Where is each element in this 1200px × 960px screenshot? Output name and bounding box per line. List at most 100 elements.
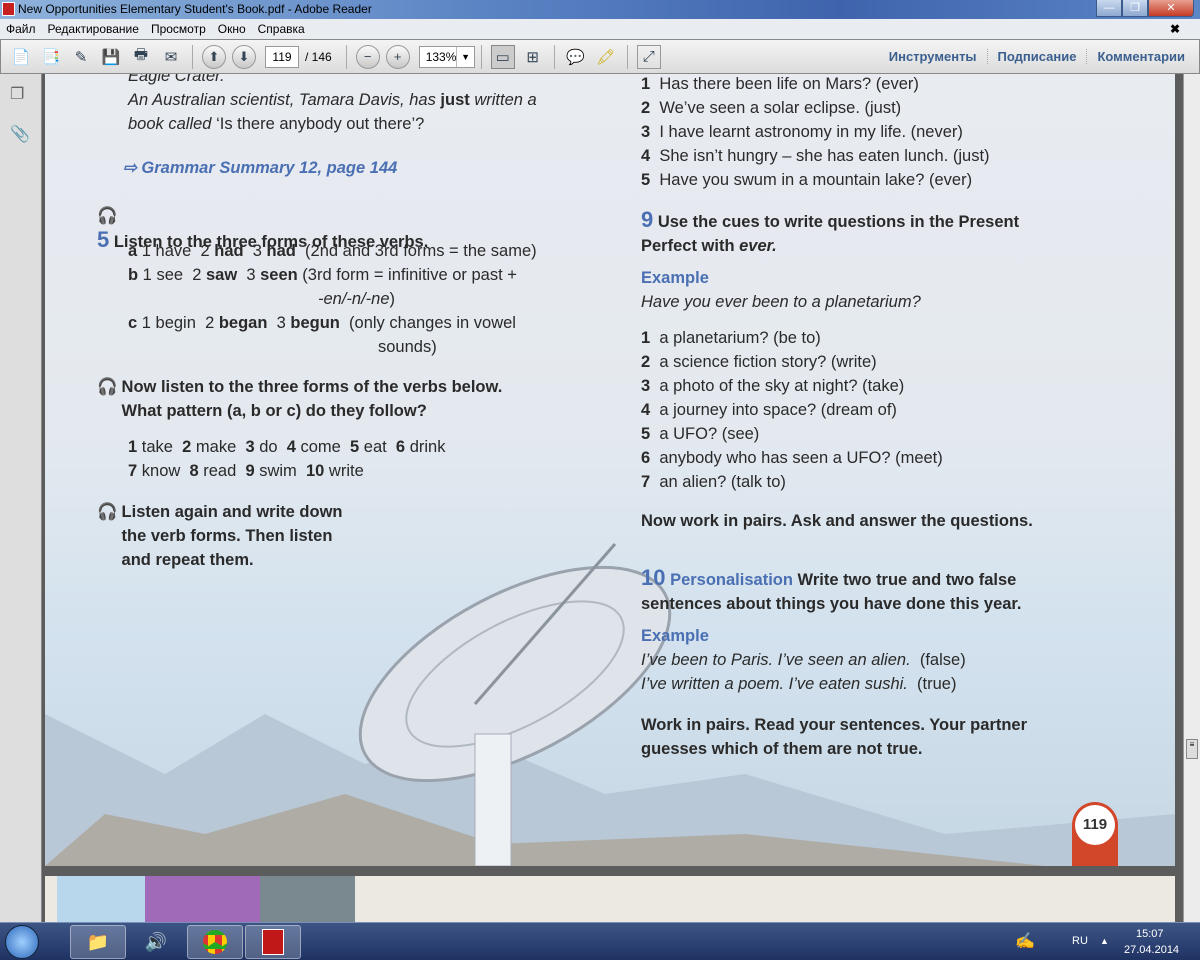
text-line: 3 a photo of the sky at night? (take) [641,374,943,398]
exercise-9-heading: 9 Use the cues to write questions in the… [641,208,1019,258]
page-number-badge: 119 [1072,802,1118,866]
text-line: I’ve been to Paris. I’ve seen an alien. … [641,648,966,672]
text-segment: 3 [245,438,255,456]
text-line: Example [641,266,921,290]
edit-icon[interactable]: ✎ [69,45,93,69]
exercise-9-list: 1 a planetarium? (be to) 2 a science fict… [641,326,943,494]
zoom-in-icon[interactable]: + [385,44,410,69]
text-segment: 5 [641,171,651,189]
zoom-out-icon[interactable]: − [355,44,380,69]
page-number-input[interactable]: 119 [265,45,299,68]
exercise-10-heading: 10 Personalisation Write two true and tw… [641,566,1022,616]
text-line: 10 Personalisation Write two true and tw… [641,566,1022,592]
text-segment: We’ve seen a solar eclipse. (just) [650,99,902,117]
text-segment: make [191,438,246,456]
text-segment: 1 see 2 [138,266,206,284]
create-pdf-icon[interactable]: 📄 [9,45,33,69]
text-line: b 1 see 2 saw 3 seen (3rd form = infinit… [128,263,537,287]
text-segment: Example [641,269,709,287]
text-segment: I have learnt astronomy in my life. (nev… [650,123,963,141]
text-segment: Have you ever been to a planetarium? [641,293,921,311]
divider [626,44,628,69]
text-line: 6 anybody who has seen a UFO? (meet) [641,446,943,470]
tab-tools[interactable]: Инструменты [879,49,987,64]
email-icon[interactable]: ✉ [159,45,183,69]
pages-icon[interactable]: ❐ [10,84,28,104]
text-segment: Perfect with [641,237,740,255]
close-button[interactable]: ✕ [1148,0,1194,17]
previous-page-icon[interactable]: ⬆ [202,44,226,69]
text-line: 3 I have learnt astronomy in my life. (n… [641,120,990,144]
verb-list: 1 take 2 make 3 do 4 come 5 eat 6 drink 7… [128,435,445,483]
adobe-reader-taskbar-icon[interactable] [245,925,301,959]
text-segment: sentences about things you have done thi… [641,595,1022,613]
tab-sign[interactable]: Подписание [986,49,1087,64]
close-document-icon[interactable]: ✖ [1170,22,1180,36]
save-icon[interactable]: 💾 [99,45,123,69]
text-segment: ) [389,290,396,308]
divider [345,44,347,69]
menu-window[interactable]: Окно [218,22,246,36]
text-line: book called ‘Is there anybody out there’… [128,112,537,136]
text-segment: 4 [641,401,651,419]
comment-icon[interactable]: 💬 [564,45,588,69]
menu-file[interactable]: Файл [6,22,36,36]
text-segment: the verb forms. Then listen [121,527,333,545]
now-work-text: Now work in pairs. Ask and answer the qu… [641,509,1033,533]
text-segment: 2 [641,99,651,117]
text-segment: take [137,438,183,456]
text-line: Eagle Crater. [128,74,537,88]
language-indicator[interactable]: RU [1072,935,1088,947]
text-segment: 3 [267,314,291,332]
show-hidden-icons[interactable]: ▲ [1100,936,1109,946]
grammar-summary-link[interactable]: ⇨ Grammar Summary 12, page 144 [123,156,397,180]
text-line: the verb forms. Then listen [122,524,343,548]
text-line: 7 an alien? (talk to) [641,470,943,494]
highlight-icon[interactable]: 🖍 [594,45,618,69]
combine-files-icon[interactable]: 📑 [39,45,63,69]
minimize-button[interactable]: — [1096,0,1122,17]
text-segment: I’ve been to Paris. I’ve seen an alien. [641,651,911,669]
volume-taskbar-icon[interactable]: 🔊 [128,925,184,959]
text-segment: Write two true and two false [792,571,1017,589]
vertical-scrollbar[interactable]: ≡ [1183,74,1200,922]
text-segment: a photo of the sky at night? (take) [650,377,905,395]
print-icon[interactable]: 🖶 [129,45,153,69]
restore-button[interactable]: ❐ [1122,0,1148,17]
text-line: 1 take 2 make 3 do 4 come 5 eat 6 drink [128,435,445,459]
text-line: -en/-n/-ne) [128,287,537,311]
text-line: 7 know 8 read 9 swim 10 write [128,459,445,483]
fit-width-icon[interactable]: ▭ [490,44,515,69]
text-segment: 3 [243,242,267,260]
page-number: 119 [1075,805,1115,845]
zoom-select[interactable]: 133% ▼ [418,45,475,68]
text-segment: She isn’t hungry – she has eaten lunch. … [650,147,990,165]
fit-page-icon[interactable]: ⊞ [521,45,545,69]
chrome-taskbar-icon[interactable] [187,925,243,959]
menu-view[interactable]: Просмотр [151,22,206,36]
text-line: ⇨ Grammar Summary 12, page 144 [123,156,397,180]
menu-help[interactable]: Справка [258,22,305,36]
chevron-down-icon[interactable]: ▼ [456,46,473,67]
text-segment: (3rd form = infinitive or past + [297,266,517,284]
start-button[interactable] [5,925,39,959]
menu-edit[interactable]: Редактирование [48,22,139,36]
text-segment: written a [469,91,537,109]
text-segment: 1 have 2 [137,242,215,260]
next-page-icon[interactable]: ⬇ [232,44,256,69]
clock-time[interactable]: 15:07 [1136,928,1164,940]
text-segment: read [198,462,246,480]
text-segment: 9 [245,462,255,480]
text-segment: 3 [237,266,261,284]
text-segment: 6 [395,438,406,456]
text-segment: and repeat them. [121,551,254,569]
tab-comment[interactable]: Комментарии [1086,49,1195,64]
full-screen-icon[interactable]: ⤢ [636,44,661,69]
explorer-taskbar-icon[interactable]: 📁 [70,925,126,959]
scrollbar-thumb[interactable]: ≡ [1186,739,1198,759]
clock-date[interactable]: 27.04.2014 [1124,944,1179,956]
tablet-input-icon[interactable]: ✍ [1015,931,1035,951]
text-segment: (only changes in vowel [339,314,516,332]
text-line: 2 a science fiction story? (write) [641,350,943,374]
attachments-icon[interactable]: 📎 [10,124,30,144]
